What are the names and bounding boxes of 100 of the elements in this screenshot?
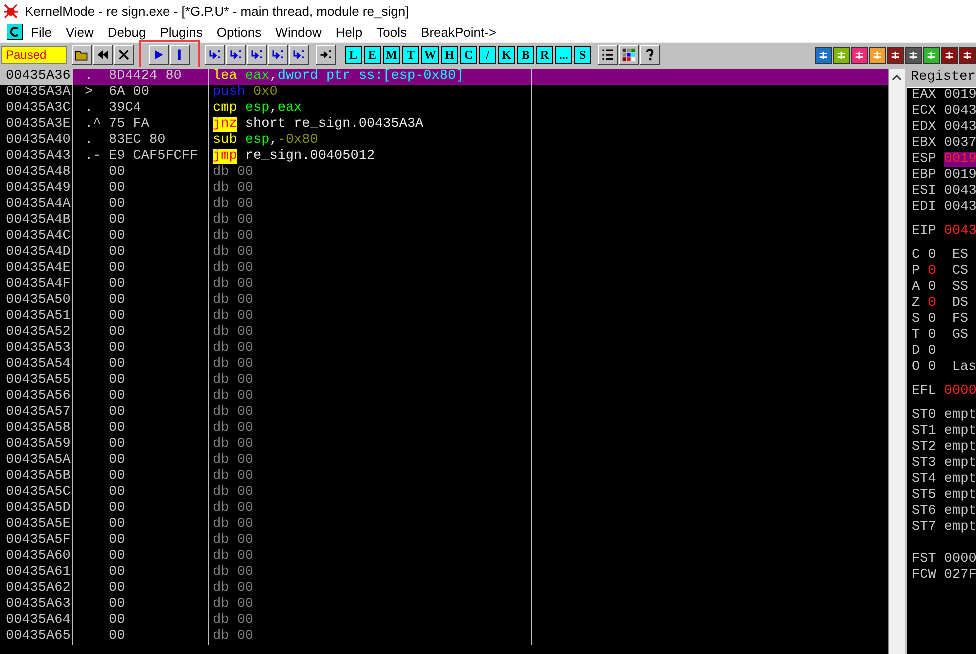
menu-item[interactable]: File bbox=[31, 24, 52, 40]
window-shortcut-button[interactable]: W bbox=[421, 46, 440, 64]
menu-item[interactable]: Debug bbox=[108, 24, 146, 40]
instruction: db 00 bbox=[209, 613, 532, 629]
instruction: db 00 bbox=[209, 213, 532, 229]
open-folder-icon[interactable] bbox=[72, 45, 92, 65]
address-cell: 00435A4A bbox=[0, 197, 73, 213]
arrow-to-cursor-icon[interactable] bbox=[316, 45, 336, 65]
menu-item[interactable]: View bbox=[66, 24, 94, 40]
run-icon[interactable] bbox=[149, 45, 169, 65]
address-cell: 00435A54 bbox=[0, 357, 73, 373]
window-shortcut-button[interactable]: T bbox=[402, 46, 420, 64]
color-grid-icon[interactable] bbox=[619, 45, 640, 65]
register-value: 0037 bbox=[944, 136, 976, 151]
window-shortcut-button[interactable]: H bbox=[441, 46, 458, 64]
address-cell: 00435A52 bbox=[0, 325, 73, 341]
flag-value: 0 bbox=[928, 328, 936, 343]
window-shortcut-button[interactable]: K bbox=[498, 46, 516, 64]
flag-name: S bbox=[912, 312, 920, 327]
window-shortcut-button[interactable]: ... bbox=[555, 46, 572, 64]
window-title: KernelMode - re sign.exe - [*G.P.U* - main thread, module re_sign] bbox=[25, 4, 410, 18]
window-shortcut-button[interactable]: L bbox=[345, 46, 362, 64]
instruction: db 00 bbox=[209, 389, 532, 405]
window-shortcut-button[interactable]: B bbox=[517, 46, 534, 64]
instruction: db 00 bbox=[209, 405, 532, 421]
instruction: jnz short re_sign.00435A3A bbox=[209, 117, 532, 133]
instruction: db 00 bbox=[209, 421, 532, 437]
window-shortcut-button[interactable]: E bbox=[364, 46, 381, 64]
instruction: db 00 bbox=[209, 533, 532, 549]
glyph-tile-icon[interactable] bbox=[959, 46, 976, 64]
window-shortcut-button[interactable]: C bbox=[460, 46, 478, 64]
address-cell: 00435A5A bbox=[0, 453, 73, 469]
instruction: db 00 bbox=[209, 277, 532, 293]
register-name: FCW bbox=[912, 568, 936, 583]
register-value: 0019 bbox=[944, 152, 976, 167]
address-cell: 00435A5F bbox=[0, 533, 73, 549]
jump-marker: . bbox=[85, 101, 94, 116]
jump-marker: .- bbox=[85, 149, 102, 164]
instruction: db 00 bbox=[209, 437, 532, 453]
register-name: EBX bbox=[912, 136, 936, 151]
address-cell: 00435A3A bbox=[0, 85, 73, 101]
menu-item[interactable]: Tools bbox=[376, 24, 408, 40]
window-shortcut-button[interactable]: / bbox=[479, 46, 496, 64]
hex-bytes: 8D4424 80 bbox=[109, 69, 182, 85]
hex-bytes: 00 bbox=[109, 533, 126, 549]
address-cell: 00435A53 bbox=[0, 341, 73, 357]
segment-name: DS bbox=[952, 296, 969, 311]
register-value: empt bbox=[944, 504, 976, 519]
register-name: EBP bbox=[912, 168, 936, 183]
scroll-up-icon[interactable] bbox=[892, 75, 902, 81]
hex-bytes: 00 bbox=[109, 229, 126, 245]
register-value: 0043 bbox=[944, 200, 976, 215]
hex-bytes: 00 bbox=[109, 565, 126, 581]
register-value: 0043 bbox=[944, 184, 976, 199]
register-name: ST7 bbox=[912, 520, 936, 535]
list-icon[interactable] bbox=[598, 45, 618, 65]
address-cell: 00435A58 bbox=[0, 421, 73, 437]
instruction: db 00 bbox=[209, 309, 532, 325]
pause-icon[interactable] bbox=[170, 45, 190, 65]
address-cell: 00435A63 bbox=[0, 597, 73, 613]
flag-name: C bbox=[912, 248, 920, 263]
flag-name: A bbox=[912, 280, 920, 295]
hex-bytes: 00 bbox=[109, 261, 126, 277]
segment-name: FS bbox=[952, 312, 969, 327]
address-cell: 00435A5E bbox=[0, 517, 73, 533]
app-icon[interactable] bbox=[7, 24, 23, 40]
registers-header: Register bbox=[907, 69, 976, 88]
flag-name: P bbox=[912, 264, 920, 279]
flag-name: D bbox=[912, 344, 920, 359]
address-cell: 00435A55 bbox=[0, 373, 73, 389]
instruction: db 00 bbox=[209, 357, 532, 373]
instruction: db 00 bbox=[209, 229, 532, 245]
window-shortcut-button[interactable]: R bbox=[536, 46, 554, 64]
register-value: 0019 bbox=[944, 168, 976, 183]
instruction: db 00 bbox=[209, 469, 532, 485]
rewind-icon[interactable] bbox=[93, 45, 113, 65]
menu-item[interactable]: BreakPoint-> bbox=[421, 24, 497, 40]
menu-item[interactable]: Plugins bbox=[160, 24, 203, 40]
address-cell: 00435A60 bbox=[0, 549, 73, 565]
instruction: db 00 bbox=[209, 373, 532, 389]
menu-item[interactable]: Options bbox=[216, 24, 262, 40]
hex-bytes: 39C4 bbox=[109, 101, 142, 117]
hex-bytes: 00 bbox=[109, 517, 126, 533]
menu-item[interactable]: Window bbox=[276, 24, 322, 40]
instruction: push 0x0 bbox=[209, 85, 532, 101]
flag-value: 0 bbox=[928, 344, 936, 359]
window-shortcut-button[interactable]: M bbox=[383, 46, 400, 64]
hex-bytes: 00 bbox=[109, 613, 126, 629]
instruction: db 00 bbox=[209, 325, 532, 341]
close-icon[interactable] bbox=[114, 45, 134, 65]
flag-value: 0 bbox=[928, 360, 936, 375]
instruction: db 00 bbox=[209, 517, 532, 533]
help-icon[interactable] bbox=[640, 45, 660, 65]
register-value: 0043 bbox=[944, 104, 976, 119]
menu-item[interactable]: Help bbox=[336, 24, 363, 40]
address-cell: 00435A4D bbox=[0, 245, 73, 261]
window-shortcut-button[interactable]: S bbox=[574, 46, 592, 64]
register-name: EDX bbox=[912, 120, 936, 135]
glyph-tile-icon[interactable] bbox=[941, 46, 958, 64]
scrollbar[interactable] bbox=[888, 69, 907, 654]
